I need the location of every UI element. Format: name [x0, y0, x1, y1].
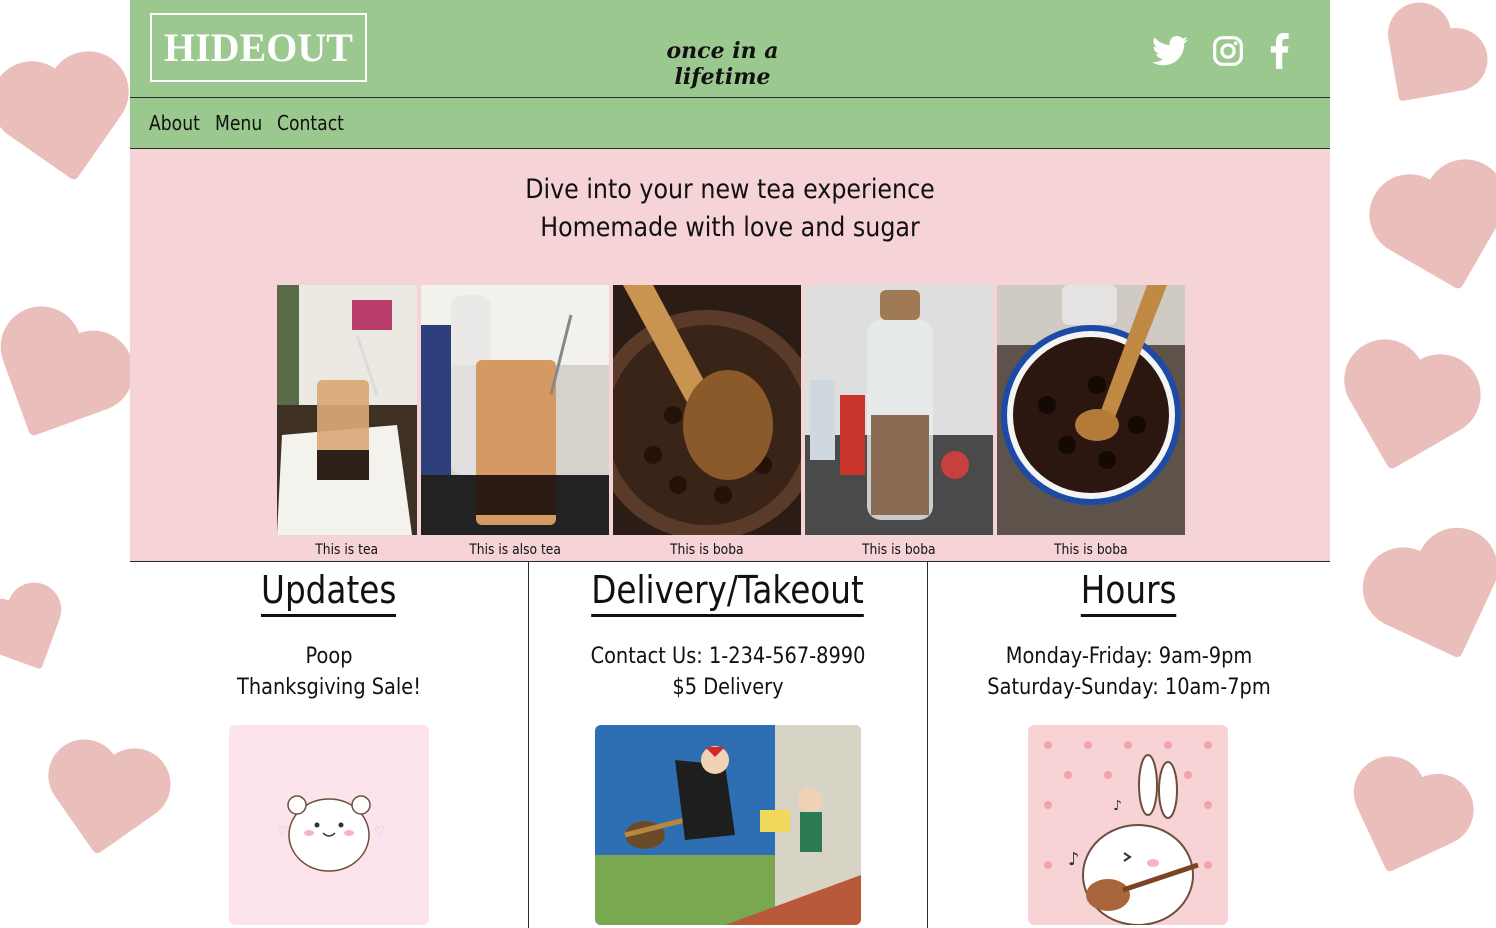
social-links [1152, 33, 1290, 69]
heart-decoration [1388, 28, 1462, 102]
photo-caption: This is boba [670, 542, 744, 558]
updates-text: Poop Thanksgiving Sale! [130, 641, 528, 703]
gallery-item: This is boba [805, 285, 993, 558]
photo-caption: This is also tea [469, 542, 561, 558]
heart-decoration [3, 333, 107, 437]
svg-text:♡: ♡ [374, 824, 385, 838]
delivery-column: Delivery/Takeout Contact Us: 1-234-567-8… [529, 562, 928, 928]
tea-photo[interactable] [421, 285, 609, 535]
boba-bowl-photo[interactable] [997, 285, 1185, 535]
photo-caption: This is tea [315, 542, 379, 558]
main-nav: About Menu Contact [130, 98, 1330, 149]
delivery-line: Contact Us: 1-234-567-8990 [590, 644, 866, 669]
hours-column: Hours Monday-Friday: 9am-9pm Saturday-Su… [928, 562, 1330, 928]
page: HIDEOUT once in a lifetime About Menu Co… [130, 0, 1330, 928]
hero-section: Dive into your new tea experience Homema… [130, 149, 1330, 562]
svg-text:♡: ♡ [277, 824, 288, 838]
nav-link-about[interactable]: About [149, 111, 200, 135]
gallery-item: This is boba [613, 285, 801, 558]
photo-caption: This is boba [862, 542, 936, 558]
delivery-line: $5 Delivery [672, 675, 784, 700]
boba-photo[interactable] [613, 285, 801, 535]
heart-decoration [1389, 179, 1496, 291]
photo-caption: This is boba [1054, 542, 1128, 558]
site-header: HIDEOUT once in a lifetime [130, 0, 1330, 98]
heart-decoration [1349, 359, 1461, 471]
delivery-text: Contact Us: 1-234-567-8990 $5 Delivery [529, 641, 927, 703]
instagram-icon[interactable] [1212, 35, 1244, 67]
hero-line-2: Homemade with love and sugar [540, 212, 920, 243]
site-logo[interactable]: HIDEOUT [150, 13, 367, 82]
nav-link-contact[interactable]: Contact [277, 111, 344, 135]
gallery-item: This is tea [277, 285, 417, 558]
tagline: once in a lifetime [666, 38, 779, 90]
svg-text:♪: ♪ [1068, 849, 1080, 870]
updates-title: Updates [261, 568, 397, 617]
hero-text: Dive into your new tea experience Homema… [130, 171, 1330, 247]
heart-decoration [8, 68, 122, 182]
heart-decoration [1386, 551, 1494, 659]
heart-decoration [1357, 777, 1453, 873]
info-columns: Updates Poop Thanksgiving Sale! ♡ ♡ Deli… [130, 562, 1330, 928]
hours-line: Monday-Friday: 9am-9pm [1005, 644, 1253, 669]
tea-photo[interactable] [277, 285, 417, 535]
bear-illustration: ♡ ♡ [229, 725, 429, 925]
heart-decoration [0, 600, 60, 670]
hours-title: Hours [1081, 568, 1177, 617]
facebook-icon[interactable] [1268, 33, 1290, 69]
delivery-title: Delivery/Takeout [591, 568, 865, 617]
nav-link-menu[interactable]: Menu [215, 111, 262, 135]
hours-text: Monday-Friday: 9am-9pm Saturday-Sunday: … [928, 641, 1330, 703]
updates-column: Updates Poop Thanksgiving Sale! ♡ ♡ [130, 562, 529, 928]
updates-line: Thanksgiving Sale! [237, 675, 421, 700]
updates-line: Poop [305, 644, 353, 669]
boba-jar-photo[interactable] [805, 285, 993, 535]
gallery-item: This is also tea [421, 285, 609, 558]
twitter-icon[interactable] [1152, 36, 1188, 66]
kiki-illustration [595, 725, 861, 925]
gallery-item: This is boba [997, 285, 1185, 558]
hours-line: Saturday-Sunday: 10am-7pm [987, 675, 1271, 700]
photo-gallery: This is tea This is also tea This is bob… [277, 285, 1185, 558]
svg-text:♪: ♪ [1113, 798, 1122, 814]
hero-line-1: Dive into your new tea experience [525, 174, 935, 205]
bunny-illustration: ♪ ♪ [1028, 725, 1228, 925]
